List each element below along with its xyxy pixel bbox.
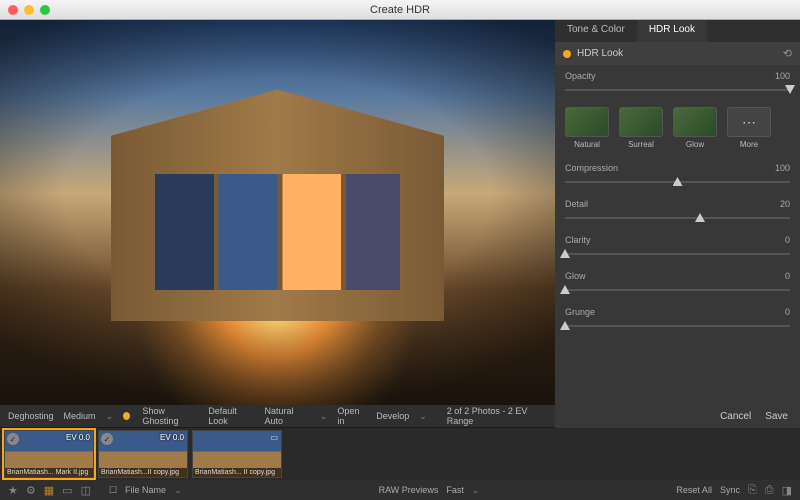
- window-title: Create HDR: [0, 4, 800, 16]
- chevron-down-icon[interactable]: ⌄: [106, 411, 114, 422]
- deghosting-label: Deghosting: [8, 411, 54, 421]
- grunge-label: Grunge: [565, 307, 595, 317]
- default-look-value[interactable]: Natural Auto: [265, 406, 310, 426]
- thumbnail[interactable]: ✓ EV 0.0 BrianMatiash...II copy.jpg: [98, 430, 188, 478]
- compare-view-icon[interactable]: ◫: [81, 484, 91, 497]
- thumbnail-check-icon[interactable]: ✓: [101, 433, 113, 445]
- preset-more[interactable]: ⋯More: [727, 107, 771, 149]
- thumbnail-filename: BrianMatiash... Mark II.jpg: [5, 468, 93, 477]
- show-ghosting-label[interactable]: Show Ghosting: [142, 406, 198, 426]
- clarity-label: Clarity: [565, 235, 591, 245]
- thumbnail-filename: BrianMatiash...II copy.jpg: [99, 468, 187, 477]
- panel-reset-icon[interactable]: ⟲: [783, 47, 792, 60]
- compression-label: Compression: [565, 163, 618, 173]
- thumbnail-ev: EV 0.0: [66, 433, 90, 442]
- glow-slider[interactable]: [565, 284, 790, 296]
- preset-surreal[interactable]: Surreal: [619, 107, 663, 149]
- paste-icon[interactable]: ⎙: [765, 484, 774, 497]
- deghosting-value[interactable]: Medium: [64, 411, 96, 421]
- thumbnail[interactable]: ▭ BrianMatiash... II copy.jpg: [192, 430, 282, 478]
- thumbnail-filename: BrianMatiash... II copy.jpg: [193, 468, 281, 477]
- filmstrip: ✓ EV 0.0 BrianMatiash... Mark II.jpg ✓ E…: [0, 428, 800, 480]
- thumbnail-check-icon[interactable]: ✓: [7, 433, 19, 445]
- glow-value: 0: [785, 271, 790, 281]
- compression-slider[interactable]: [565, 176, 790, 188]
- bottom-bar: ★ ⚙ ▦ ▭ ◫ ☐ File Name ⌄ RAW Previews Fas…: [0, 480, 800, 500]
- copy-icon[interactable]: ⎘: [748, 484, 757, 497]
- star-icon[interactable]: ★: [8, 484, 18, 497]
- opacity-value: 100: [775, 71, 790, 81]
- open-in-value[interactable]: Develop: [376, 411, 409, 421]
- preview-area: [0, 20, 555, 428]
- opacity-label: Opacity: [565, 71, 596, 81]
- cancel-button[interactable]: Cancel: [720, 411, 751, 422]
- thumbnail-badge-icon: ▭: [270, 433, 278, 442]
- panel-title: HDR Look: [577, 48, 623, 59]
- preset-glow[interactable]: Glow: [673, 107, 717, 149]
- show-ghosting-toggle[interactable]: [123, 412, 130, 420]
- default-look-label: Default Look: [208, 406, 254, 426]
- glow-label: Glow: [565, 271, 586, 281]
- open-in-label: Open in: [337, 406, 366, 426]
- clarity-slider[interactable]: [565, 248, 790, 260]
- gear-icon[interactable]: ⚙: [26, 484, 36, 497]
- single-view-icon[interactable]: ▭: [62, 484, 72, 497]
- preview-toolbar: Deghosting Medium ⌄ Show Ghosting Defaul…: [0, 405, 555, 427]
- grunge-slider[interactable]: [565, 320, 790, 332]
- detail-slider[interactable]: [565, 212, 790, 224]
- panel-toggle-icon[interactable]: ◨: [782, 484, 792, 497]
- raw-previews-value[interactable]: Fast: [446, 485, 464, 495]
- sort-label[interactable]: File Name: [125, 485, 166, 495]
- thumbnail[interactable]: ✓ EV 0.0 BrianMatiash... Mark II.jpg: [4, 430, 94, 478]
- detail-value: 20: [780, 199, 790, 209]
- chevron-down-icon[interactable]: ⌄: [174, 485, 182, 496]
- grunge-value: 0: [785, 307, 790, 317]
- chevron-down-icon[interactable]: ⌄: [320, 411, 328, 422]
- compression-value: 100: [775, 163, 790, 173]
- grid-view-icon[interactable]: ▦: [44, 484, 54, 497]
- sync-button[interactable]: Sync: [720, 485, 740, 495]
- opacity-slider[interactable]: [565, 84, 790, 96]
- preview-image: [0, 20, 555, 406]
- reset-all-button[interactable]: Reset All: [676, 485, 712, 495]
- preset-natural[interactable]: Natural: [565, 107, 609, 149]
- hdr-look-panel: HDR Look ⟲ Opacity 100 Natural Surreal G…: [555, 42, 800, 428]
- panel-enable-toggle[interactable]: [563, 50, 571, 58]
- raw-previews-label: RAW Previews: [379, 485, 439, 495]
- chevron-down-icon[interactable]: ⌄: [419, 411, 427, 422]
- save-button[interactable]: Save: [765, 411, 788, 422]
- titlebar: Create HDR: [0, 0, 800, 20]
- dialog-footer: Cancel Save: [555, 405, 800, 427]
- thumbnail-ev: EV 0.0: [160, 433, 184, 442]
- clarity-value: 0: [785, 235, 790, 245]
- detail-label: Detail: [565, 199, 588, 209]
- photo-range-info: 2 of 2 Photos - 2 EV Range: [447, 406, 547, 426]
- chevron-down-icon[interactable]: ⌄: [472, 485, 480, 496]
